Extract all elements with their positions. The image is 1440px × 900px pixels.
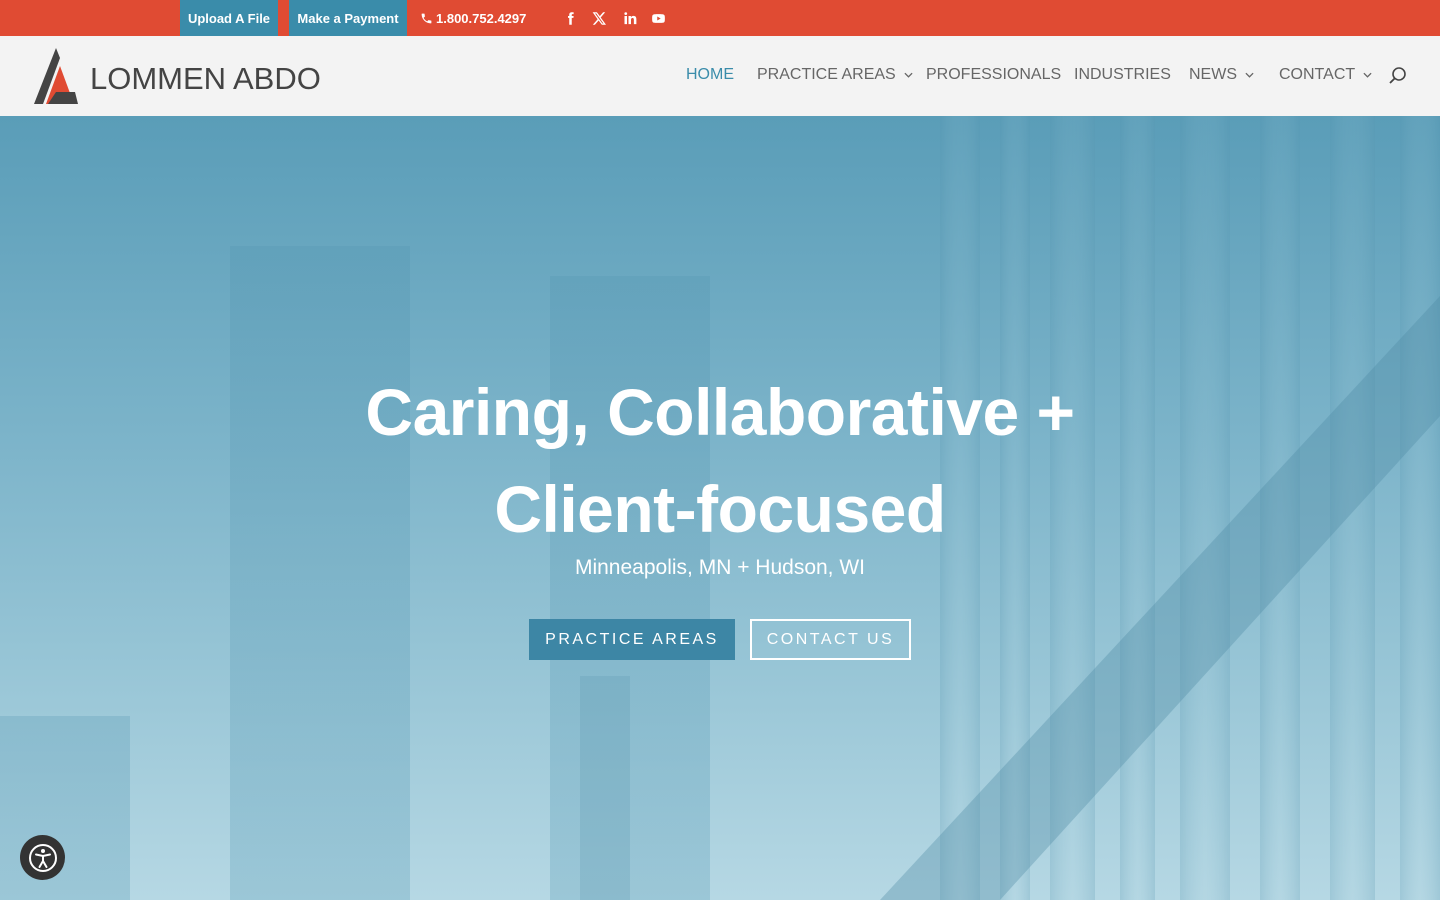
accessibility-icon: [28, 843, 57, 872]
practice-areas-button[interactable]: PRACTICE AREAS: [529, 619, 735, 660]
nav-contact-label: CONTACT: [1279, 66, 1356, 83]
nav-industries-label: INDUSTRIES: [1074, 66, 1171, 83]
hero-title: Caring, Collaborative + Client-focused: [0, 364, 1440, 558]
nav-professionals[interactable]: PROFESSIONALS: [926, 66, 1061, 84]
accessibility-button[interactable]: [20, 835, 65, 880]
nav-news[interactable]: NEWS: [1189, 66, 1254, 84]
hero-section: Caring, Collaborative + Client-focused M…: [0, 116, 1440, 900]
hero-subtitle: Minneapolis, MN + Hudson, WI: [574, 556, 866, 579]
nav-home-label: HOME: [686, 66, 734, 83]
nav-industries[interactable]: INDUSTRIES: [1074, 66, 1171, 84]
site-logo[interactable]: LOMMEN ABDO: [34, 48, 321, 104]
x-icon[interactable]: [591, 10, 607, 26]
hero-title-line1: Caring, Collaborative +: [365, 375, 1075, 449]
phone-link[interactable]: 1.800.752.4297: [420, 0, 526, 36]
chevron-down-icon: [1245, 72, 1254, 78]
top-bar: Upload A File Make a Payment 1.800.752.4…: [0, 0, 1440, 36]
chevron-down-icon: [1363, 72, 1372, 78]
logo-text: LOMMEN ABDO: [90, 61, 321, 96]
search-icon[interactable]: [1388, 66, 1408, 86]
chevron-down-icon: [904, 72, 913, 78]
hero-title-line2: Client-focused: [494, 472, 946, 546]
upload-file-button[interactable]: Upload A File: [180, 0, 278, 36]
nav-home[interactable]: HOME: [686, 66, 734, 84]
nav-practice-areas[interactable]: PRACTICE AREAS: [757, 66, 913, 84]
nav-contact[interactable]: CONTACT: [1279, 66, 1372, 84]
nav-professionals-label: PROFESSIONALS: [926, 66, 1062, 83]
logo-mark-icon: [34, 48, 78, 104]
make-payment-button[interactable]: Make a Payment: [289, 0, 407, 36]
linkedin-icon[interactable]: [621, 10, 637, 26]
facebook-icon[interactable]: [562, 10, 578, 26]
contact-us-button[interactable]: CONTACT US: [750, 619, 911, 660]
phone-icon: [421, 13, 432, 23]
youtube-icon[interactable]: [650, 10, 666, 26]
phone-number: 1.800.752.4297: [436, 10, 527, 26]
site-header: LOMMEN ABDO HOME PRACTICE AREAS PROFESSI…: [0, 36, 1440, 116]
nav-news-label: NEWS: [1189, 66, 1237, 83]
nav-practice-areas-label: PRACTICE AREAS: [757, 66, 896, 83]
